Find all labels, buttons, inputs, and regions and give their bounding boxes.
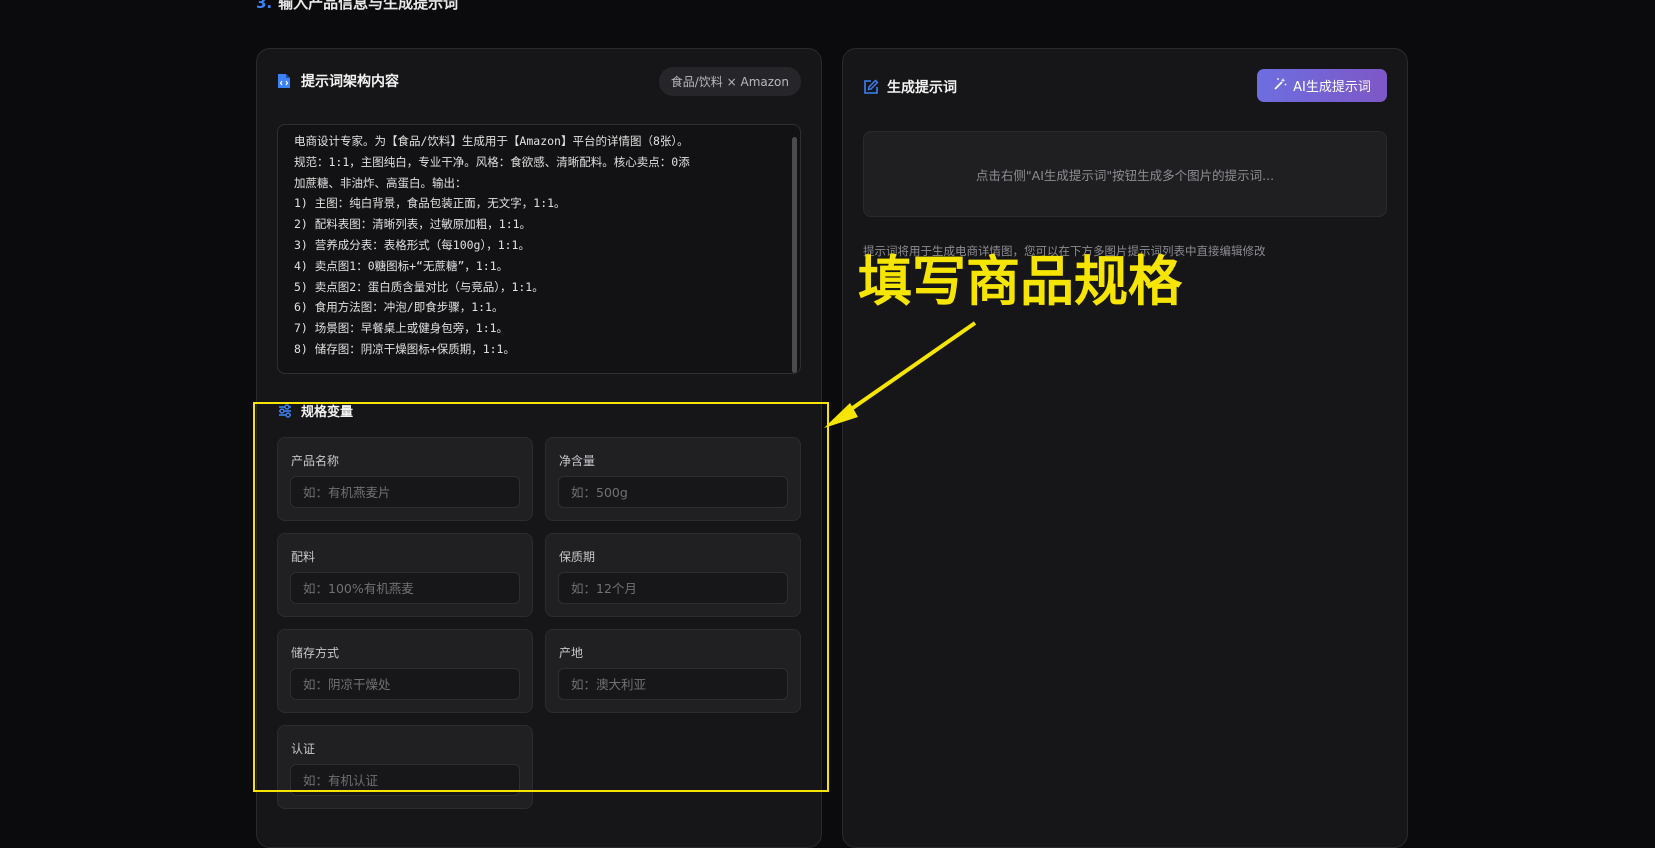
step-title-text: 输入产品信息与生成提示词 [278,0,459,12]
spec-variables-title: 规格变量 [301,405,354,420]
ai-generate-prompt-button[interactable]: AI生成提示词 [1257,69,1387,102]
field-certification: 认证 [277,725,533,809]
certification-input[interactable] [290,764,520,796]
textarea-scrollbar[interactable] [792,137,797,373]
field-storage: 储存方式 [277,629,533,713]
generate-prompt-panel: 生成提示词 AI生成提示词 点击右侧"AI生成提示词"按钮生成多个图片的提示词.… [842,48,1408,848]
field-origin: 产地 [545,629,801,713]
storage-input[interactable] [290,668,520,700]
prompt-structure-textarea[interactable]: 电商设计专家。为【食品/饮料】生成用于【Amazon】平台的详情图（8张）。 规… [277,124,801,374]
prompt-line: 5) 卖点图2：蛋白质含量对比（与竞品），1:1。 [294,279,544,294]
field-ingredients: 配料 [277,533,533,617]
prompt-line: 7) 场景图：早餐桌上或健身包旁，1:1。 [294,321,509,336]
field-label: 产品名称 [291,454,340,468]
edit-icon [863,79,879,95]
origin-input[interactable] [558,668,788,700]
net-weight-input[interactable] [558,476,788,508]
prompt-line: 2) 配料表图：清晰列表，过敏原加粗，1:1。 [294,217,532,232]
prompt-line: 4) 卖点图1：0糖图标+“无蔗糖”，1:1。 [294,258,509,273]
empty-state-text: 点击右侧"AI生成提示词"按钮生成多个图片的提示词... [975,167,1275,183]
field-net-weight: 净含量 [545,437,801,521]
shelf-life-input[interactable] [558,572,788,604]
prompt-line: 1) 主图：纯白背景，食品包装正面，无文字，1:1。 [294,196,566,211]
step-title: 3. 输入产品信息与生成提示词 [256,0,458,13]
file-code-icon [277,73,293,89]
step-number: 3. [256,0,273,12]
annotation-label: 填写商品规格 [858,250,1182,313]
ai-generate-button-label: AI生成提示词 [1293,80,1371,95]
prompt-line: 加蔗糖、非油炸、高蛋白。输出： [294,175,467,190]
field-product-name: 产品名称 [277,437,533,521]
prompt-structure-title: 提示词架构内容 [301,74,399,90]
field-label: 产地 [559,646,584,660]
spec-variables-header: 规格变量 [277,401,353,420]
magic-wand-icon [1273,77,1287,95]
field-label: 净含量 [559,454,596,468]
prompt-structure-header: 提示词架构内容 食品/饮料 × Amazon [277,66,801,96]
field-label: 配料 [291,550,316,564]
prompt-line: 6) 食用方法图：冲泡/即食步骤，1:1。 [294,300,504,315]
product-name-input[interactable] [290,476,520,508]
prompt-line: 规范：1:1，主图纯白，专业干净。风格：食欲感、清晰配料。核心卖点：0添 [294,154,690,169]
sliders-icon [277,403,293,419]
prompt-line: 3) 营养成分表：表格形式（每100g），1:1。 [294,237,530,252]
field-label: 保质期 [559,550,596,564]
field-label: 储存方式 [291,646,340,660]
field-label: 认证 [291,742,316,756]
generate-prompt-title: 生成提示词 [887,80,957,96]
generated-prompt-placeholder: 点击右侧"AI生成提示词"按钮生成多个图片的提示词... [863,131,1387,217]
ingredients-input[interactable] [290,572,520,604]
field-shelf-life: 保质期 [545,533,801,617]
prompt-line: 8) 储存图：阴凉干燥图标+保质期，1:1。 [294,341,515,356]
category-platform-tag: 食品/饮料 × Amazon [658,66,801,96]
prompt-structure-panel: 提示词架构内容 食品/饮料 × Amazon 电商设计专家。为【食品/饮料】生成… [256,48,822,848]
prompt-line: 电商设计专家。为【食品/饮料】生成用于【Amazon】平台的详情图（8张）。 [294,134,689,148]
